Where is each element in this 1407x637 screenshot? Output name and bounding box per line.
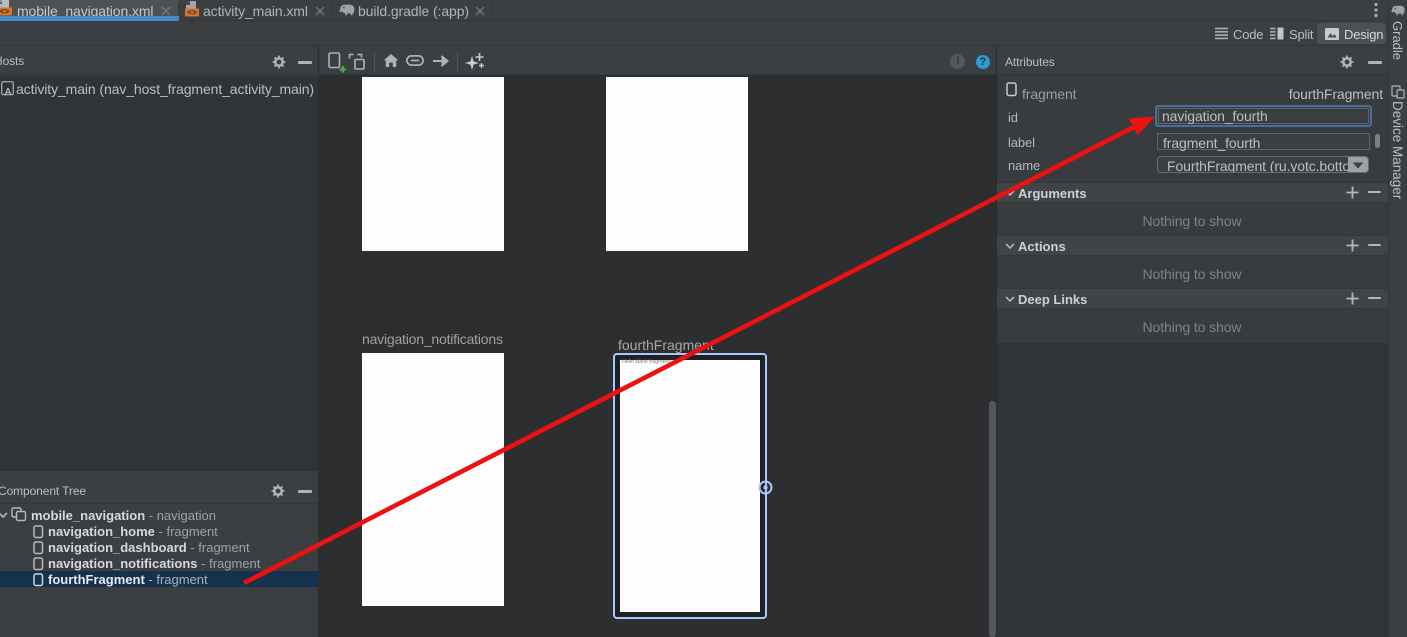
svg-text:<>: <> xyxy=(0,7,10,16)
svg-text:A: A xyxy=(5,87,12,96)
svg-text:<>: <> xyxy=(187,8,197,17)
